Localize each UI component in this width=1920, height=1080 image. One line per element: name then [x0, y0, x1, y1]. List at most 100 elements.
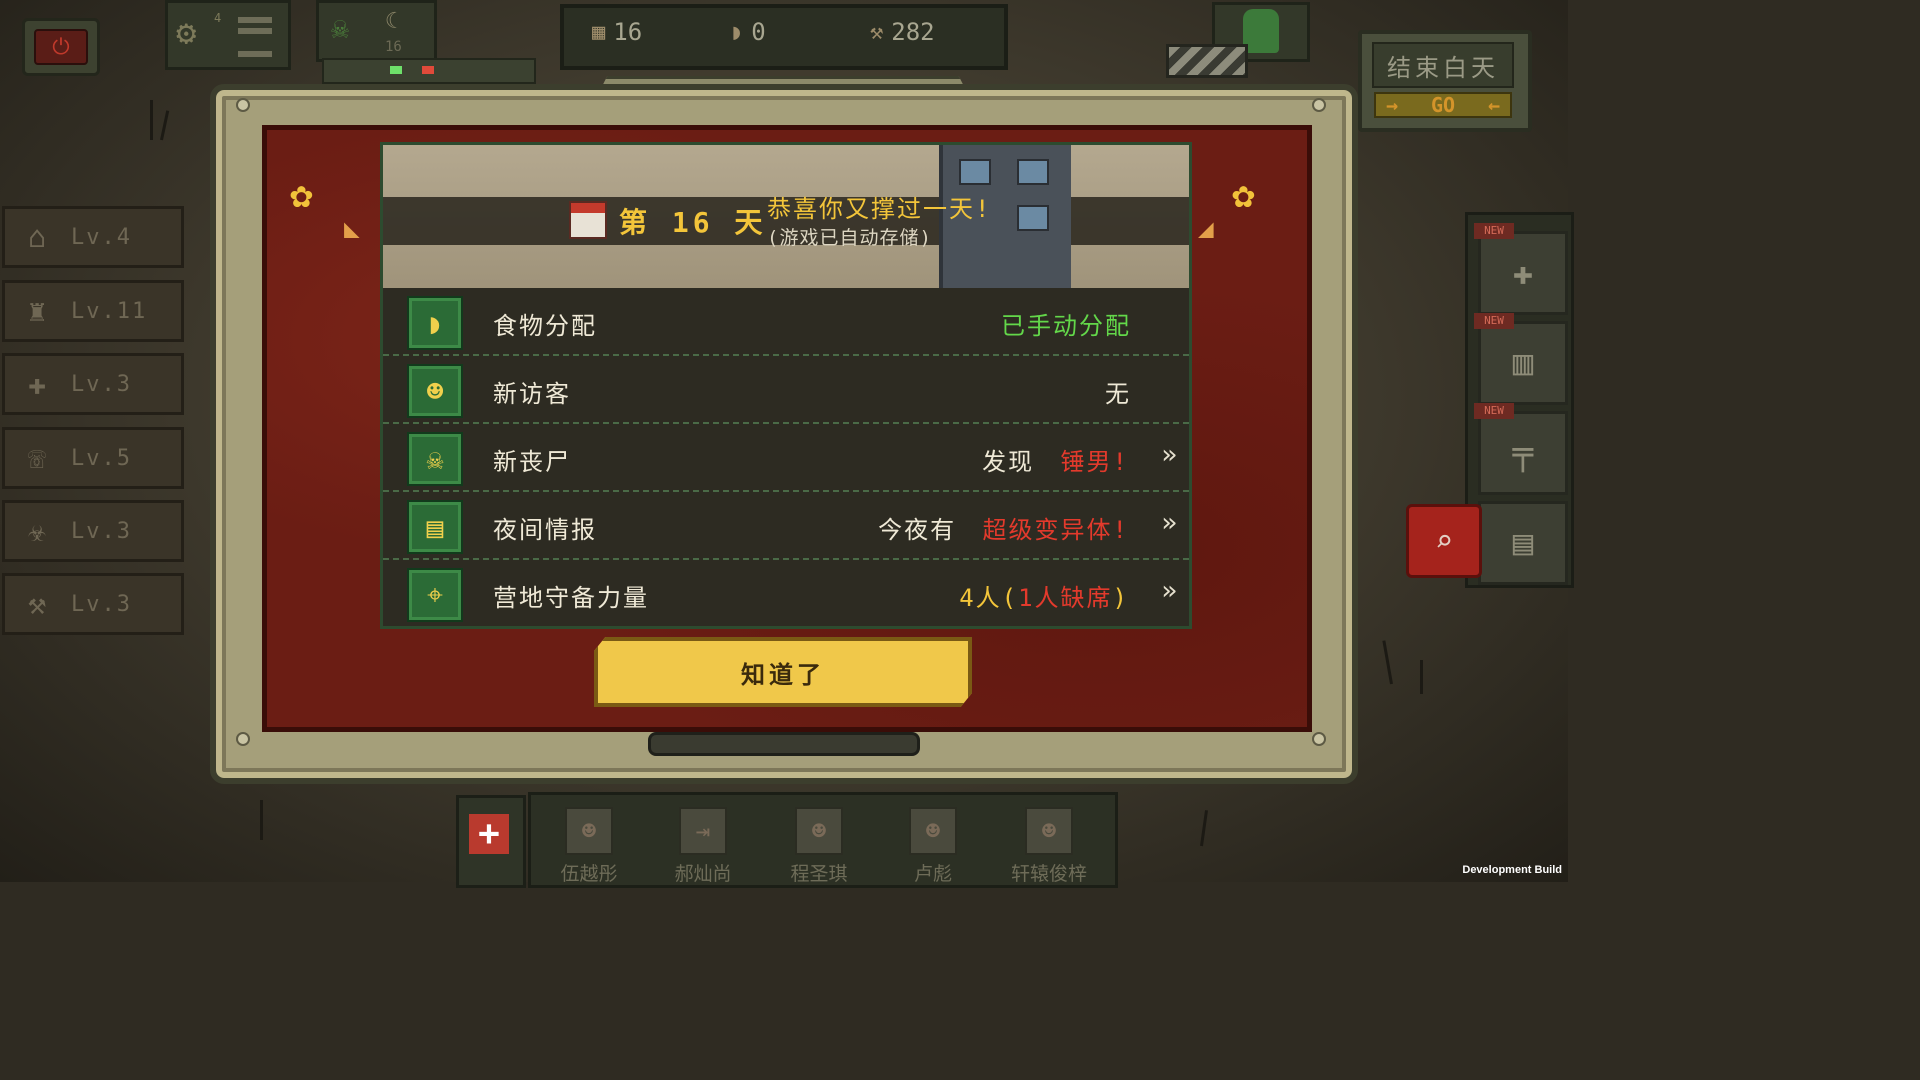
menu-button[interactable]: ⚙ 4: [165, 0, 291, 70]
food-value: 0: [751, 18, 766, 46]
scrap-value: 282: [891, 18, 935, 46]
go-label: GO: [1430, 93, 1456, 117]
radio-icon: ☏: [27, 440, 47, 476]
chevron-right-icon[interactable]: »: [1161, 508, 1177, 538]
row-label: 营地守备力量: [493, 584, 649, 612]
inventory-slot-supplies[interactable]: ▥: [1478, 321, 1568, 405]
screw-icon: [236, 98, 250, 112]
status-lights: [322, 58, 536, 84]
inventory-slot-medkit[interactable]: ✚: [1478, 231, 1568, 315]
facility-level: Lv.11: [71, 298, 148, 324]
summary-row-visitors: ☻ 新访客 无: [383, 356, 1189, 424]
end-day-title: 结束白天: [1372, 42, 1514, 88]
facility-radio-button[interactable]: ☏ Lv.5: [2, 427, 184, 489]
resource-bar: ▦ 16 ◗ 0 ⚒ 282: [560, 4, 1008, 70]
screw-icon: [236, 732, 250, 746]
survivor-avatar: ☻: [565, 807, 613, 855]
row-label: 夜间情报: [493, 516, 597, 544]
magnifier-icon: ⌕: [1434, 523, 1454, 559]
supplies-icon: ▥: [1512, 343, 1534, 383]
arrow-left-icon: ←: [1487, 93, 1500, 117]
facility-turret-button[interactable]: ♜ Lv.11: [2, 280, 184, 342]
new-badge: NEW: [1474, 313, 1514, 329]
bread-icon: ◗: [730, 19, 744, 45]
window-icon: [1017, 205, 1049, 231]
calendar-icon: ▦: [592, 19, 606, 45]
party-horn-icon: ◢: [1198, 214, 1214, 244]
facility-home-button[interactable]: ⌂ Lv.4: [2, 206, 184, 268]
end-day-go-button[interactable]: → GO ←: [1374, 92, 1512, 118]
green-light-icon: [390, 66, 402, 74]
zombie-count: 16: [385, 39, 402, 55]
inventory-slot-rifle[interactable]: ╤: [1478, 411, 1568, 495]
survivor-bar: ☻ 伍越彤 ⇥ 郝灿尚 ☻ 程圣琪 ☻ 卢彪 ☻ 轩辕俊梓: [528, 792, 1118, 888]
survivor-card[interactable]: ☻ 卢彪: [883, 807, 983, 886]
day-banner: 第 16 天 恭喜你又撑过一天! (游戏已自动存储): [380, 142, 1192, 294]
survivor-avatar: ⇥: [679, 807, 727, 855]
row-value-prefix: 4人(: [959, 584, 1019, 612]
day-value: 16: [613, 18, 643, 46]
row-value-prefix: 发现: [982, 448, 1035, 476]
day-counter: ▦ 16: [592, 18, 642, 46]
red-cross-icon: +: [469, 814, 509, 854]
survivor-card[interactable]: ☻ 伍越彤: [539, 807, 639, 886]
home-icon: ⌂: [27, 219, 47, 255]
bread-icon: ◗: [407, 296, 463, 350]
medkit-icon: ✚: [27, 366, 47, 402]
survivor-card[interactable]: ⇥ 郝灿尚: [653, 807, 753, 886]
medkit-icon: ✚: [1512, 253, 1534, 293]
summary-row-food: ◗ 食物分配 已手动分配: [383, 288, 1189, 356]
gear-icon: ⚙: [176, 13, 197, 53]
biohazard-icon: ☣: [27, 513, 47, 549]
food-counter: ◗ 0: [730, 18, 766, 46]
row-value-suffix: ): [1112, 584, 1129, 612]
survivor-name: 卢彪: [913, 863, 952, 885]
autosave-text: (游戏已自动存储): [767, 227, 932, 249]
summary-row-night-report[interactable]: ▤ 夜间情报 今夜有 超级变异体! »: [383, 492, 1189, 560]
window-icon: [1017, 159, 1049, 185]
red-light-icon: [422, 66, 434, 74]
row-value-highlight: 1人缺席: [1018, 584, 1113, 612]
facility-level: Lv.3: [71, 591, 132, 617]
grass-decoration: [260, 800, 263, 840]
chevron-right-icon[interactable]: »: [1161, 576, 1177, 606]
row-value: 无: [1105, 380, 1131, 408]
calendar-icon: [569, 201, 607, 239]
new-badge: NEW: [1474, 403, 1514, 419]
power-button[interactable]: ⏻: [22, 18, 100, 76]
boss-zombie-icon: [1243, 9, 1279, 53]
facility-medical-button[interactable]: ✚ Lv.3: [2, 353, 184, 415]
end-day-panel: 结束白天 → GO ←: [1358, 30, 1532, 132]
confetti-icon: ✿: [1232, 172, 1255, 216]
facility-workshop-button[interactable]: ⚒ Lv.3: [2, 573, 184, 635]
inventory-slot-map[interactable]: ▤: [1478, 501, 1568, 585]
moon-icon: ☾: [385, 9, 399, 34]
summary-row-camp-defense[interactable]: ⌖ 营地守备力量 4人(1人缺席) »: [383, 560, 1189, 628]
day-title: 第 16 天: [619, 206, 767, 239]
infirmary-button[interactable]: +: [456, 795, 526, 888]
grass-decoration: [1420, 660, 1423, 694]
screw-icon: [1312, 732, 1326, 746]
survivor-name: 伍越彤: [560, 863, 618, 885]
new-badge: NEW: [1474, 223, 1514, 239]
survivor-card[interactable]: ☻ 轩辕俊梓: [999, 807, 1099, 886]
survivor-card[interactable]: ☻ 程圣琪: [769, 807, 869, 886]
chevron-right-icon[interactable]: »: [1161, 440, 1177, 470]
report-icon: ▤: [407, 500, 463, 554]
facility-lab-button[interactable]: ☣ Lv.3: [2, 500, 184, 562]
frame-vent: [648, 732, 920, 756]
confetti-icon: ✿: [290, 172, 313, 216]
anvil-icon: ⚒: [27, 586, 47, 622]
menu-badge: 4: [214, 11, 222, 25]
summary-row-new-zombie[interactable]: ☠ 新丧尸 发现 锤男! »: [383, 424, 1189, 492]
zombie-threat-indicator[interactable]: ☠ ☾ 16: [316, 0, 437, 62]
arrow-right-icon: →: [1386, 93, 1399, 117]
confirm-button[interactable]: 知道了: [594, 637, 972, 707]
skull-icon: ☠: [407, 432, 463, 486]
row-value: 今夜有 超级变异体!: [878, 510, 1129, 545]
row-value: 4人(1人缺席): [959, 578, 1129, 613]
search-button[interactable]: ⌕: [1406, 504, 1482, 578]
screw-icon: [1312, 98, 1326, 112]
power-icon: ⏻: [34, 29, 88, 65]
survivor-name: 轩辕俊梓: [1010, 863, 1087, 885]
